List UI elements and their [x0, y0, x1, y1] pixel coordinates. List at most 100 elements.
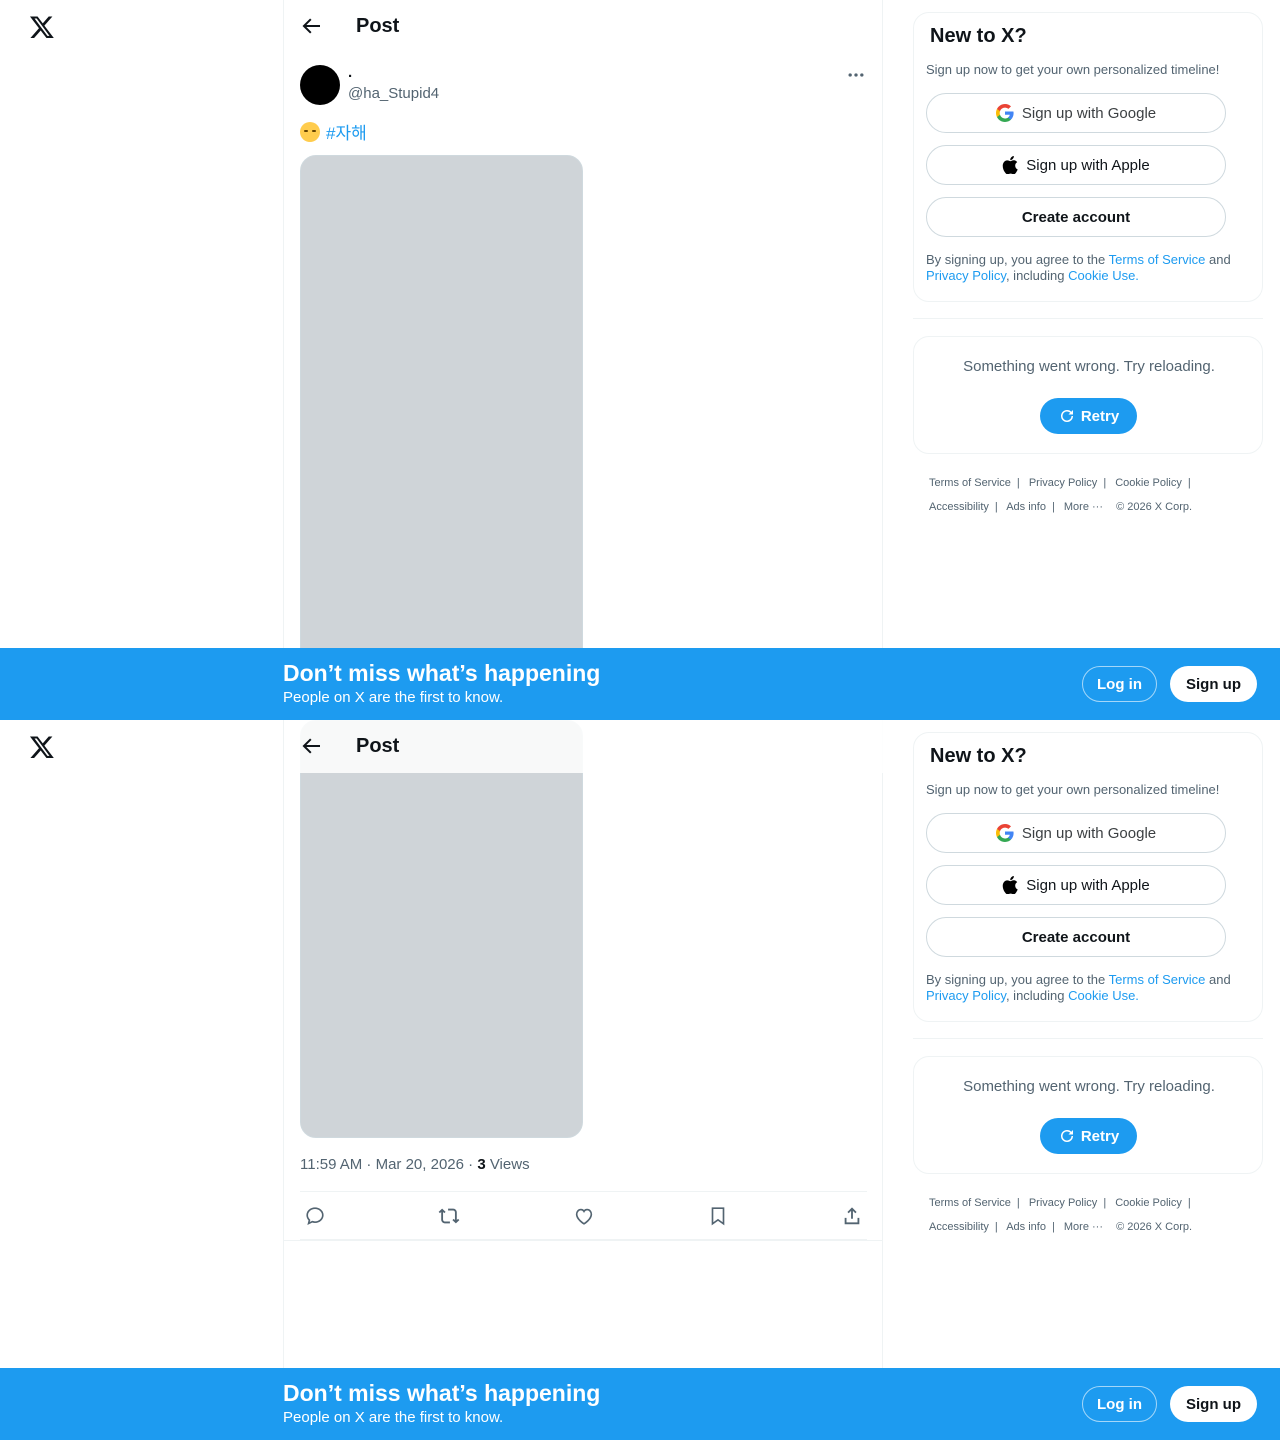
footer-copyright: © 2026 X Corp. [1116, 1221, 1193, 1233]
more-options-icon[interactable] [846, 65, 866, 85]
signup-google-button[interactable]: Sign up with Google [926, 93, 1226, 133]
footer-more-link[interactable]: More ··· [1064, 501, 1103, 513]
signup-google-label: Sign up with Google [1021, 104, 1157, 122]
post-media-placeholder[interactable] [300, 155, 583, 695]
footer-accessibility-link[interactable]: Accessibility [929, 501, 989, 513]
create-account-button[interactable]: Create account [926, 917, 1226, 957]
privacy-policy-link[interactable]: Privacy Policy [926, 988, 1006, 1003]
post-text: #자해 [300, 119, 367, 144]
sidebar-divider [913, 1038, 1263, 1039]
footer-terms-link[interactable]: Terms of Service [929, 1197, 1011, 1209]
signup-subtitle: Sign up now to get your own personalized… [926, 62, 1220, 77]
footer-terms-link[interactable]: Terms of Service [929, 477, 1011, 489]
terms-of-service-link[interactable]: Terms of Service [1109, 252, 1206, 267]
bookmark-icon[interactable] [707, 1205, 729, 1227]
retry-label: Retry [1080, 407, 1120, 425]
post-time[interactable]: 11:59 AM · Mar 20, 2026 · [300, 1156, 477, 1173]
action-bar [300, 1191, 867, 1240]
banner-title: Don’t miss what’s happening [283, 1380, 601, 1406]
footer-cookie-link[interactable]: Cookie Policy [1115, 477, 1182, 489]
apple-icon [1003, 156, 1018, 174]
refresh-icon [1060, 409, 1073, 422]
signup-terms: By signing up, you agree to the Terms of… [926, 252, 1252, 284]
post-media-placeholder[interactable] [300, 720, 583, 1138]
footer-ads-info-link[interactable]: Ads info [1006, 1221, 1046, 1233]
create-account-button[interactable]: Create account [926, 197, 1226, 237]
post-header: Post [284, 0, 883, 53]
signup-apple-button[interactable]: Sign up with Apple [926, 865, 1226, 905]
display-name[interactable]: . [348, 64, 352, 81]
x-logo-icon[interactable] [29, 14, 55, 40]
error-message: Something went wrong. Try reloading. [963, 358, 1215, 375]
signup-card: New to X? Sign up now to get your own pe… [913, 732, 1263, 1022]
signup-terms: By signing up, you agree to the Terms of… [926, 972, 1252, 1004]
page-title: Post [356, 735, 400, 757]
signup-subtitle: Sign up now to get your own personalized… [926, 782, 1220, 797]
share-icon[interactable] [841, 1205, 863, 1227]
footer-copyright: © 2026 X Corp. [1116, 501, 1193, 513]
refresh-icon [1060, 1129, 1073, 1142]
signup-button[interactable]: Sign up [1170, 666, 1257, 702]
banner-title: Don’t miss what’s happening [283, 660, 601, 686]
frame-top: Post . @ha_Stupid4 #자해 New to X? Sign up… [0, 0, 1280, 720]
privacy-policy-link[interactable]: Privacy Policy [926, 268, 1006, 283]
signup-button[interactable]: Sign up [1170, 1386, 1257, 1422]
repost-icon[interactable] [438, 1205, 460, 1227]
post-header: Post [284, 720, 883, 773]
google-icon [995, 824, 1014, 842]
signup-apple-button[interactable]: Sign up with Apple [926, 145, 1226, 185]
signup-apple-label: Sign up with Apple [1026, 876, 1150, 894]
login-banner: Don’t miss what’s happening People on X … [0, 1368, 1280, 1440]
main-column: Post . @ha_Stupid4 #자해 [283, 0, 883, 720]
error-message: Something went wrong. Try reloading. [963, 1078, 1215, 1095]
footer-accessibility-link[interactable]: Accessibility [929, 1221, 989, 1233]
terms-including: , including [1005, 988, 1069, 1003]
reply-icon[interactable] [304, 1205, 326, 1227]
footer-privacy-link[interactable]: Privacy Policy [1029, 477, 1097, 489]
terms-and: and [1205, 252, 1231, 267]
signup-google-button[interactable]: Sign up with Google [926, 813, 1226, 853]
banner-subtitle: People on X are the first to know. [283, 1409, 504, 1426]
hashtag-link[interactable]: #자해 [326, 119, 367, 144]
back-arrow-icon[interactable] [299, 14, 323, 38]
footer-cookie-link[interactable]: Cookie Policy [1115, 1197, 1182, 1209]
footer-links: Terms of Service | Privacy Policy | Cookie… [929, 477, 1193, 513]
footer-privacy-link[interactable]: Privacy Policy [1029, 1197, 1097, 1209]
retry-button[interactable]: Retry [1040, 1118, 1137, 1154]
banner-subtitle: People on X are the first to know. [283, 689, 504, 706]
terms-prefix: By signing up, you agree to the [926, 972, 1109, 987]
x-logo-icon[interactable] [29, 734, 55, 760]
footer-more-link[interactable]: More ··· [1064, 1221, 1103, 1233]
terms-and: and [1205, 972, 1231, 987]
views-label: Views [485, 1156, 530, 1173]
signup-title: New to X? [930, 25, 1027, 47]
frame-bottom: Post 11:59 AM · Mar 20, 2026 · 3 Views N… [0, 720, 1280, 1440]
signup-title: New to X? [930, 745, 1027, 767]
login-banner: Don’t miss what’s happening People on X … [0, 648, 1280, 720]
google-icon [995, 104, 1014, 122]
avatar[interactable] [300, 65, 340, 105]
main-column: Post 11:59 AM · Mar 20, 2026 · 3 Views [283, 720, 883, 1440]
cookie-use-link[interactable]: Cookie Use. [1068, 988, 1139, 1003]
terms-of-service-link[interactable]: Terms of Service [1109, 972, 1206, 987]
error-card: Something went wrong. Try reloading. Ret… [913, 336, 1263, 454]
downcast-sweat-emoji-icon [300, 121, 320, 142]
login-button[interactable]: Log in [1082, 666, 1157, 702]
signup-google-label: Sign up with Google [1021, 824, 1157, 842]
footer-ads-info-link[interactable]: Ads info [1006, 501, 1046, 513]
terms-prefix: By signing up, you agree to the [926, 252, 1109, 267]
retry-label: Retry [1080, 1127, 1120, 1145]
like-heart-icon[interactable] [573, 1205, 595, 1227]
sidebar-divider [913, 318, 1263, 319]
error-card: Something went wrong. Try reloading. Ret… [913, 1056, 1263, 1174]
cookie-use-link[interactable]: Cookie Use. [1068, 268, 1139, 283]
back-arrow-icon[interactable] [299, 734, 323, 758]
post-timestamp: 11:59 AM · Mar 20, 2026 · 3 Views [300, 1156, 530, 1173]
view-count: 3 [477, 1156, 486, 1173]
signup-apple-label: Sign up with Apple [1026, 156, 1150, 174]
page-title: Post [356, 15, 400, 37]
user-handle[interactable]: @ha_Stupid4 [348, 85, 439, 102]
apple-icon [1003, 876, 1018, 894]
login-button[interactable]: Log in [1082, 1386, 1157, 1422]
retry-button[interactable]: Retry [1040, 398, 1137, 434]
